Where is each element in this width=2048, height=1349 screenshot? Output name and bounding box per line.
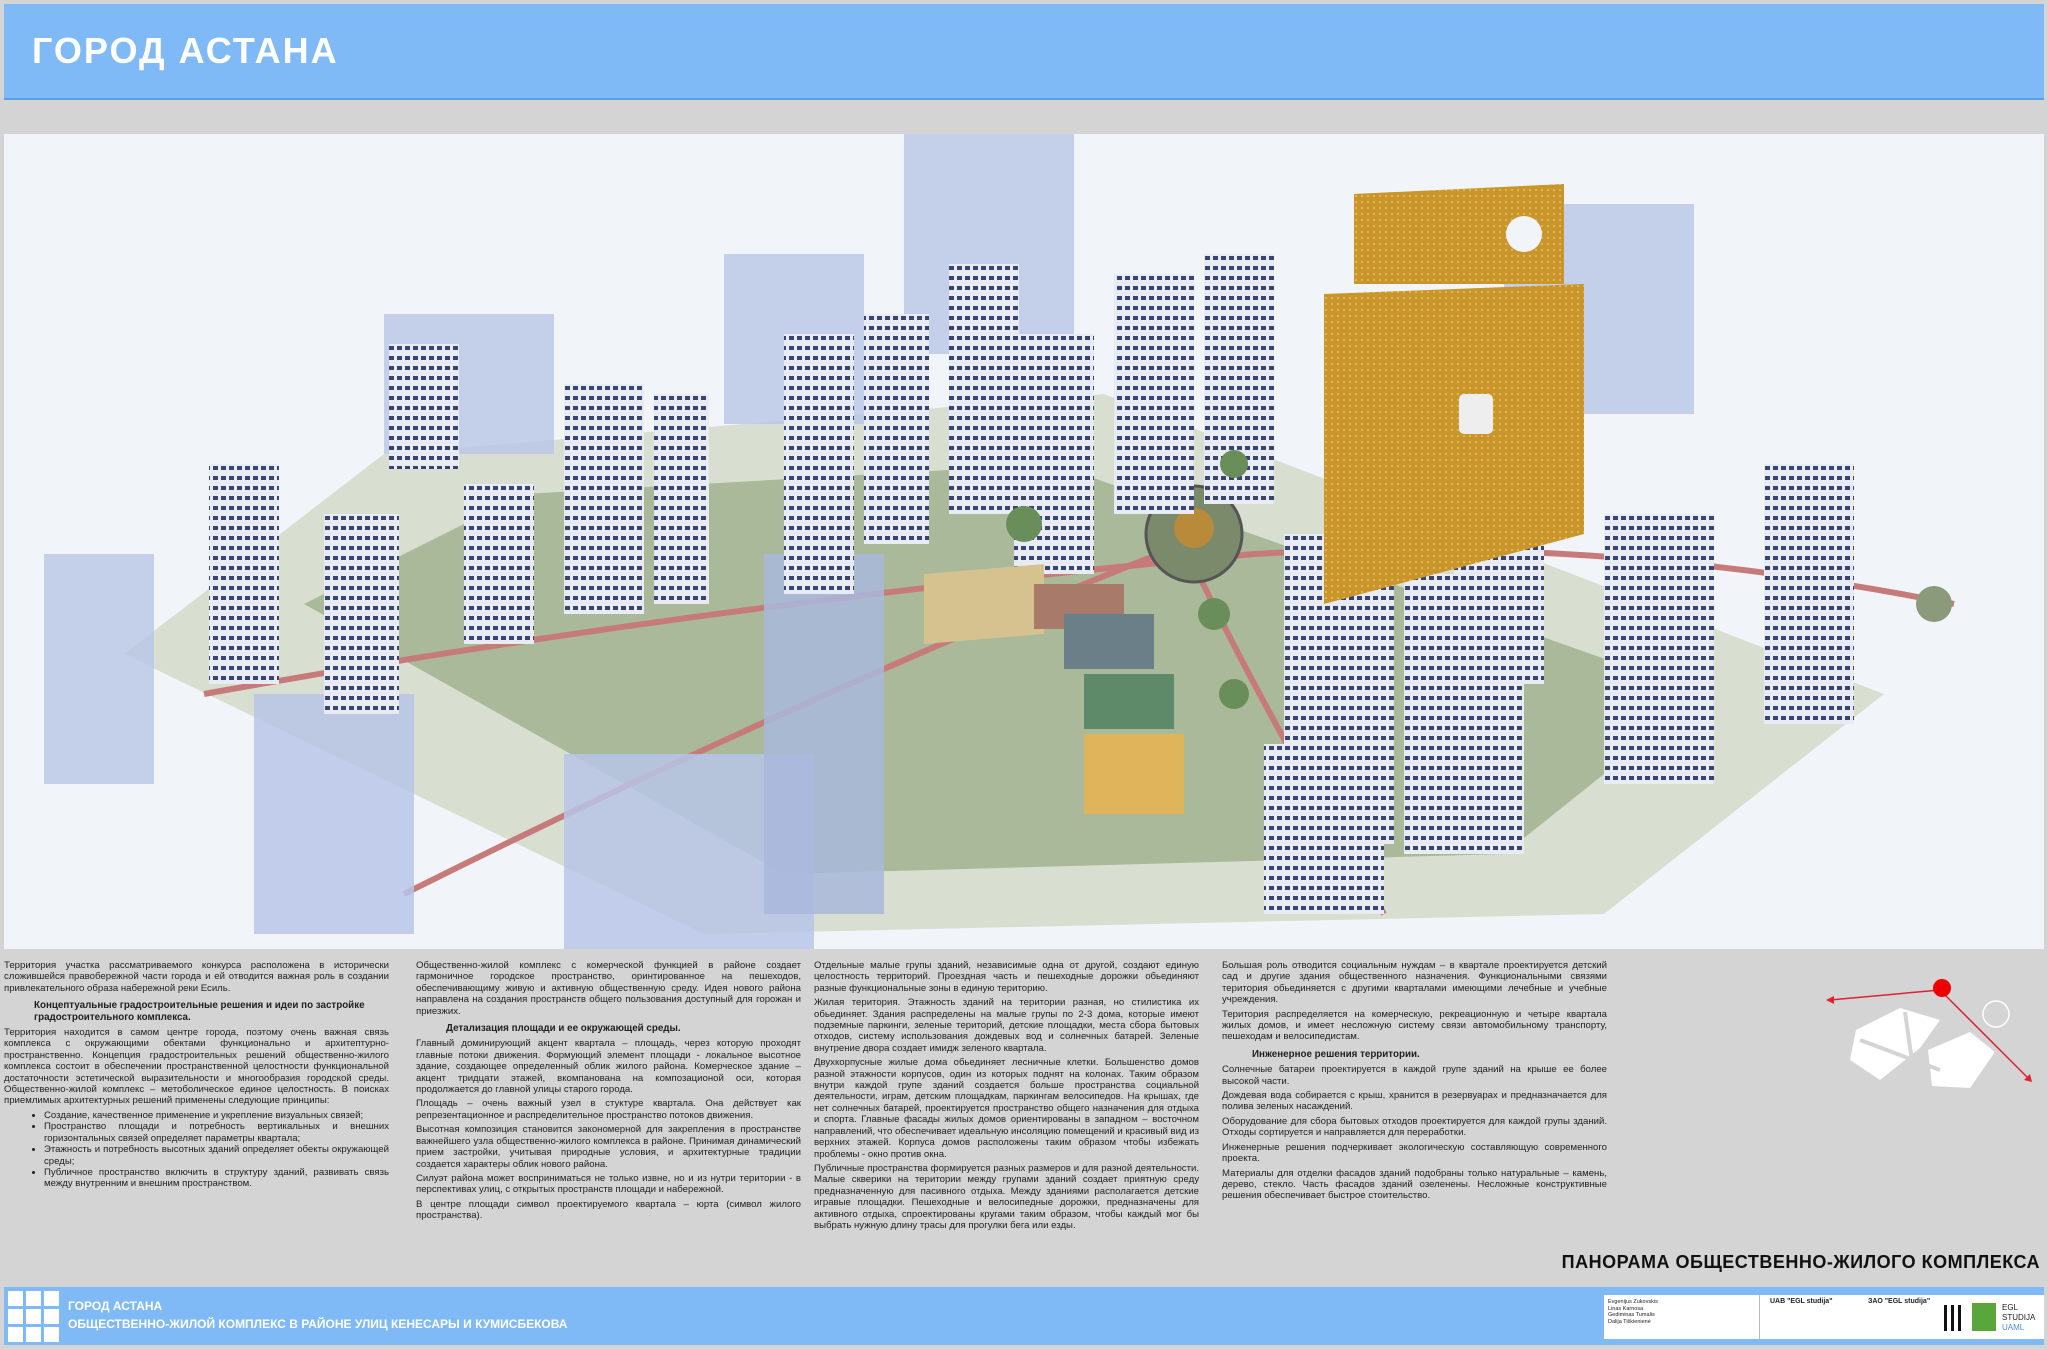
- paragraph: Публичные пространства формируется разны…: [814, 1162, 1199, 1231]
- paragraph: Двухкорпусные жилые дома обьединяет лесн…: [814, 1057, 1199, 1160]
- description-text: Территория участка рассматриваемого конк…: [4, 960, 1614, 1250]
- paragraph: Инженерные решения подчеркивает экологич…: [1222, 1141, 1607, 1165]
- panorama-render: [4, 134, 2044, 949]
- text-column-2: Общественно-жилой комплекс с комерческой…: [416, 960, 801, 1225]
- paragraph: Территория участка рассматриваемого конк…: [4, 960, 389, 994]
- key-plan: [1820, 970, 2040, 1100]
- text-column-3: Отдельные малые групы зданий, независимы…: [814, 960, 1199, 1234]
- poster-title: ГОРОД АСТАНА: [32, 30, 339, 71]
- credits-block: Evgenijus Zukovskis Linas Karnosa Gedimi…: [1604, 1295, 2044, 1339]
- list-item: Создание, качественное применение и укре…: [44, 1110, 389, 1121]
- footer-city: ГОРОД АСТАНА: [68, 1299, 163, 1313]
- author-name: Dalija Tiškienienė: [1608, 1318, 1651, 1325]
- paragraph: Солнечные батареи проектируется в каждой…: [1222, 1064, 1607, 1087]
- paragraph: Высотная композиция становится закономер…: [416, 1124, 801, 1170]
- author-name: Evgenijus Zukovskis: [1608, 1299, 1658, 1305]
- bars-logo-icon: [1944, 1305, 1962, 1331]
- paragraph: Площадь – очень важный узел в стуктуре к…: [416, 1098, 801, 1121]
- section-heading: Концептуальные градостроительные решения…: [34, 1000, 365, 1023]
- firm-ru: ЗАО "EGL studija": [1868, 1298, 1931, 1305]
- paragraph: Общественно-жилой комплекс с комерческой…: [416, 960, 801, 1017]
- studio-logo-text: EGL STUDIJA UAML: [2002, 1303, 2036, 1332]
- paragraph: Територия распределяется на комерческую,…: [1222, 1008, 1607, 1043]
- footer-project: ОБЩЕСТВЕННО-ЖИЛОЙ КОМПЛЕКС В РАЙОНЕ УЛИЦ…: [68, 1317, 568, 1331]
- list-item: Этажность и потребность высотных зданий …: [44, 1144, 389, 1167]
- paragraph: Силуэт района может восприниматься не то…: [416, 1172, 801, 1196]
- paragraph: Большая роль отводится социальным нуждам…: [1222, 960, 1607, 1006]
- paragraph: Оборудование для сбора бытовых отходов п…: [1222, 1115, 1607, 1139]
- section-heading: Детализация площади и ее окружающей сред…: [446, 1023, 681, 1035]
- firm-lt: UAB "EGL studija": [1770, 1298, 1833, 1305]
- paragraph: Территория находится в самом центре горо…: [4, 1027, 389, 1107]
- list-item: Пространство площади и потребность верти…: [44, 1121, 389, 1144]
- paragraph: Отдельные малые групы зданий, независимы…: [814, 960, 1199, 994]
- text-column-4: Большая роль отводится социальным нуждам…: [1222, 960, 1607, 1205]
- paragraph: Дождевая вода собирается с крыш, хранитс…: [1222, 1090, 1607, 1113]
- paragraph: Главный доминирующий акцент квартала – п…: [416, 1038, 801, 1096]
- poster-header: ГОРОД АСТАНА: [4, 4, 2044, 100]
- text-column-1: Территория участка рассматриваемого конк…: [4, 960, 389, 1192]
- panorama-illustration: [4, 134, 2044, 949]
- egl-logo-icon: [1972, 1303, 1996, 1331]
- paragraph: Материалы для отделки фасадов зданий под…: [1222, 1167, 1607, 1202]
- panorama-caption: ПАНОРАМА ОБЩЕСТВЕННО-ЖИЛОГО КОМПЛЕКСА: [1561, 1252, 2040, 1272]
- principles-list: Создание, качественное применение и укре…: [4, 1110, 389, 1190]
- paragraph: В центре площади символ проектируемого к…: [416, 1198, 801, 1222]
- paragraph: Жилая територия. Этажность зданий на тер…: [814, 997, 1199, 1054]
- list-item: Публичное пространство включить в структ…: [44, 1167, 389, 1190]
- poster-footer: ГОРОД АСТАНА ОБЩЕСТВЕННО-ЖИЛОЙ КОМПЛЕКС …: [4, 1287, 2044, 1345]
- key-plan-diagram: [1826, 979, 2032, 1088]
- logo-squares-icon: [8, 1291, 62, 1343]
- author-name: Gediminas Tumalis: [1608, 1312, 1655, 1318]
- section-heading: Инженерное решения территории.: [1252, 1048, 1420, 1060]
- authors-list: Evgenijus Zukovskis Linas Karnosa Gedimi…: [1608, 1299, 1658, 1325]
